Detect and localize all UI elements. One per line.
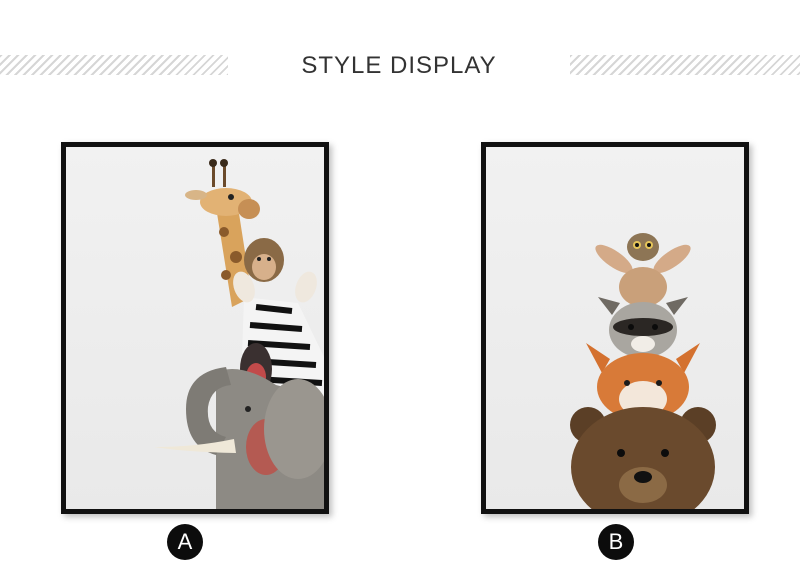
poster-a-artwork xyxy=(66,147,324,509)
decorative-stripes-right xyxy=(570,55,800,75)
option-b-badge[interactable]: B xyxy=(598,524,634,560)
option-a-badge[interactable]: A xyxy=(167,524,203,560)
poster-b-frame[interactable] xyxy=(481,142,749,514)
section-title: STYLE DISPLAY xyxy=(301,52,497,79)
poster-a-frame[interactable] xyxy=(61,142,329,514)
decorative-stripes-left xyxy=(0,55,228,75)
poster-b-artwork xyxy=(486,147,744,509)
